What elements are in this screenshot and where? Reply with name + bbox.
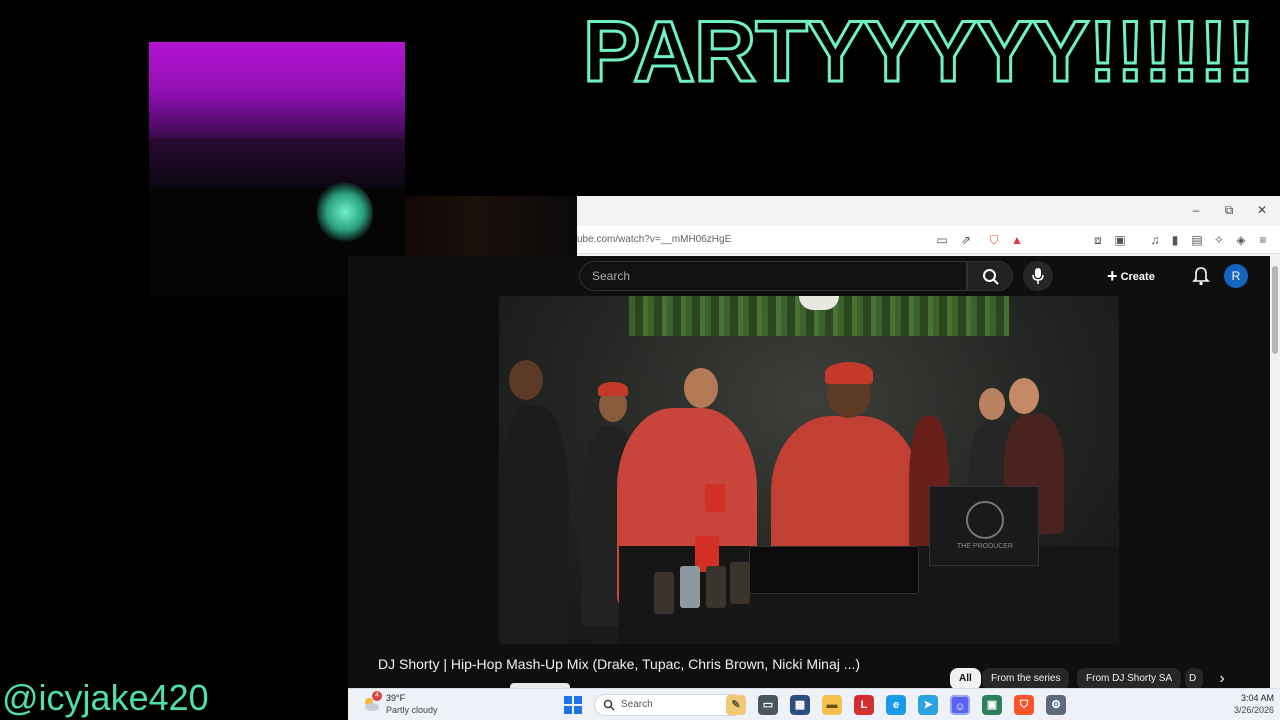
video-head	[684, 368, 718, 408]
browser-window: – ⧉ ✕ ube.com/watch?v=__mMH06zHgE ▭ ⇗ ⛉ …	[577, 196, 1280, 256]
video-can	[730, 562, 750, 604]
search-input[interactable]: Search	[579, 261, 967, 291]
create-button[interactable]: + Create	[1107, 262, 1169, 290]
discord-icon[interactable]: ☺	[950, 695, 970, 715]
reader-icon[interactable]: ▣	[1112, 232, 1128, 248]
microphone-icon	[1032, 268, 1044, 284]
video-player[interactable]: THE PRODUCER	[499, 296, 1119, 644]
app-window-icon[interactable]: ▦	[790, 695, 810, 715]
voice-search-button[interactable]	[1023, 261, 1053, 291]
youtube-page: Search + Create R THE PRODUCER DJ Shorty…	[348, 256, 1280, 688]
clock-date[interactable]: 3/26/2026	[1224, 704, 1274, 716]
clock-time[interactable]: 3:04 AM	[1224, 692, 1274, 704]
cast-icon[interactable]: ▭	[934, 232, 950, 248]
create-label: Create	[1120, 271, 1155, 283]
leo-icon[interactable]: ✧	[1211, 232, 1227, 248]
brave-shield-icon[interactable]: ⛉	[986, 232, 1002, 248]
task-view-icon[interactable]: ✎	[726, 695, 746, 715]
chip-partial[interactable]: D	[1185, 668, 1203, 688]
menu-icon[interactable]: ≡	[1255, 232, 1271, 248]
url-text[interactable]: ube.com/watch?v=__mMH06zHgE	[577, 232, 927, 248]
address-bar[interactable]: ube.com/watch?v=__mMH06zHgE ▭ ⇗ ⛉ ▲ ⧈ ▣ …	[577, 226, 1280, 254]
chip-all[interactable]: All	[950, 668, 981, 688]
webcam-shadow	[149, 138, 405, 188]
share-icon[interactable]: ⇗	[958, 232, 974, 248]
brave-icon[interactable]: ⛉	[1014, 695, 1034, 715]
webcam-light	[149, 42, 405, 138]
streamer-handle: @icyjake420	[2, 677, 209, 718]
video-cap	[598, 382, 628, 396]
taskbar: 4 39°F Partly cloudy Search ✎ ▭ ▦ ▬ L e …	[348, 688, 1280, 720]
windows-logo-icon	[564, 696, 572, 704]
chip-from-series[interactable]: From the series	[982, 668, 1070, 688]
vpn-icon[interactable]: ◈	[1233, 232, 1249, 248]
page-scrollbar[interactable]	[1270, 256, 1280, 688]
plus-icon: +	[1107, 266, 1118, 286]
stream-title: PARTYYYYY!!!!!!	[582, 4, 1257, 100]
windows-logo-icon	[564, 706, 572, 714]
video-head	[979, 388, 1005, 420]
weather-temperature[interactable]: 39°F	[386, 692, 405, 704]
brave-rewards-icon[interactable]: ▲	[1009, 232, 1025, 248]
video-can	[680, 566, 700, 608]
video-head	[1009, 378, 1039, 414]
restore-button[interactable]: ⧉	[1214, 201, 1244, 219]
browser-titlebar: – ⧉ ✕	[577, 196, 1280, 224]
video-person	[499, 406, 569, 644]
sidebar-icon[interactable]: ▮	[1167, 232, 1183, 248]
youtube-header: Search + Create R	[577, 256, 1272, 296]
search-icon	[983, 269, 999, 285]
weather-description[interactable]: Partly cloudy	[386, 704, 438, 716]
folder-icon[interactable]: ▬	[822, 695, 842, 715]
settings-gear-icon[interactable]: ⚙	[1046, 695, 1066, 715]
edge-icon[interactable]: e	[886, 695, 906, 715]
weather-badge: 4	[372, 691, 382, 701]
video-head	[509, 360, 543, 400]
extensions-icon[interactable]: ⧈	[1090, 232, 1106, 248]
file-explorer-icon[interactable]: ▭	[758, 695, 778, 715]
account-avatar[interactable]: R	[1224, 264, 1248, 288]
video-laptop-logo	[966, 501, 1004, 539]
wallet-icon[interactable]: ▤	[1189, 232, 1205, 248]
minimize-button[interactable]: –	[1181, 201, 1211, 219]
video-cap	[825, 362, 873, 384]
close-button[interactable]: ✕	[1247, 201, 1277, 219]
taskbar-search-placeholder: Search	[621, 699, 653, 710]
webcam-glow-object	[317, 182, 373, 242]
video-can	[706, 566, 726, 608]
scrollbar-thumb[interactable]	[1272, 266, 1278, 354]
music-icon[interactable]: ♫	[1147, 232, 1163, 248]
search-icon	[603, 699, 615, 711]
notifications-bell-icon[interactable]	[1189, 264, 1213, 288]
start-button[interactable]	[564, 696, 582, 714]
telegram-icon[interactable]: ➤	[918, 695, 938, 715]
chip-from-channel[interactable]: From DJ Shorty SA	[1077, 668, 1182, 688]
video-laptop: THE PRODUCER	[929, 486, 1039, 566]
search-button[interactable]	[967, 261, 1013, 291]
media-app-icon[interactable]: ▣	[982, 695, 1002, 715]
video-can	[654, 572, 674, 614]
chevron-right-icon[interactable]: ›	[1210, 668, 1234, 688]
video-red-cup	[705, 484, 725, 512]
windows-logo-icon	[574, 706, 582, 714]
video-laptop-text: THE PRODUCER	[956, 543, 1013, 550]
l-app-icon[interactable]: L	[854, 695, 874, 715]
taskbar-search[interactable]: Search	[594, 694, 744, 716]
video-mixer	[749, 546, 919, 594]
windows-logo-icon	[574, 696, 582, 704]
